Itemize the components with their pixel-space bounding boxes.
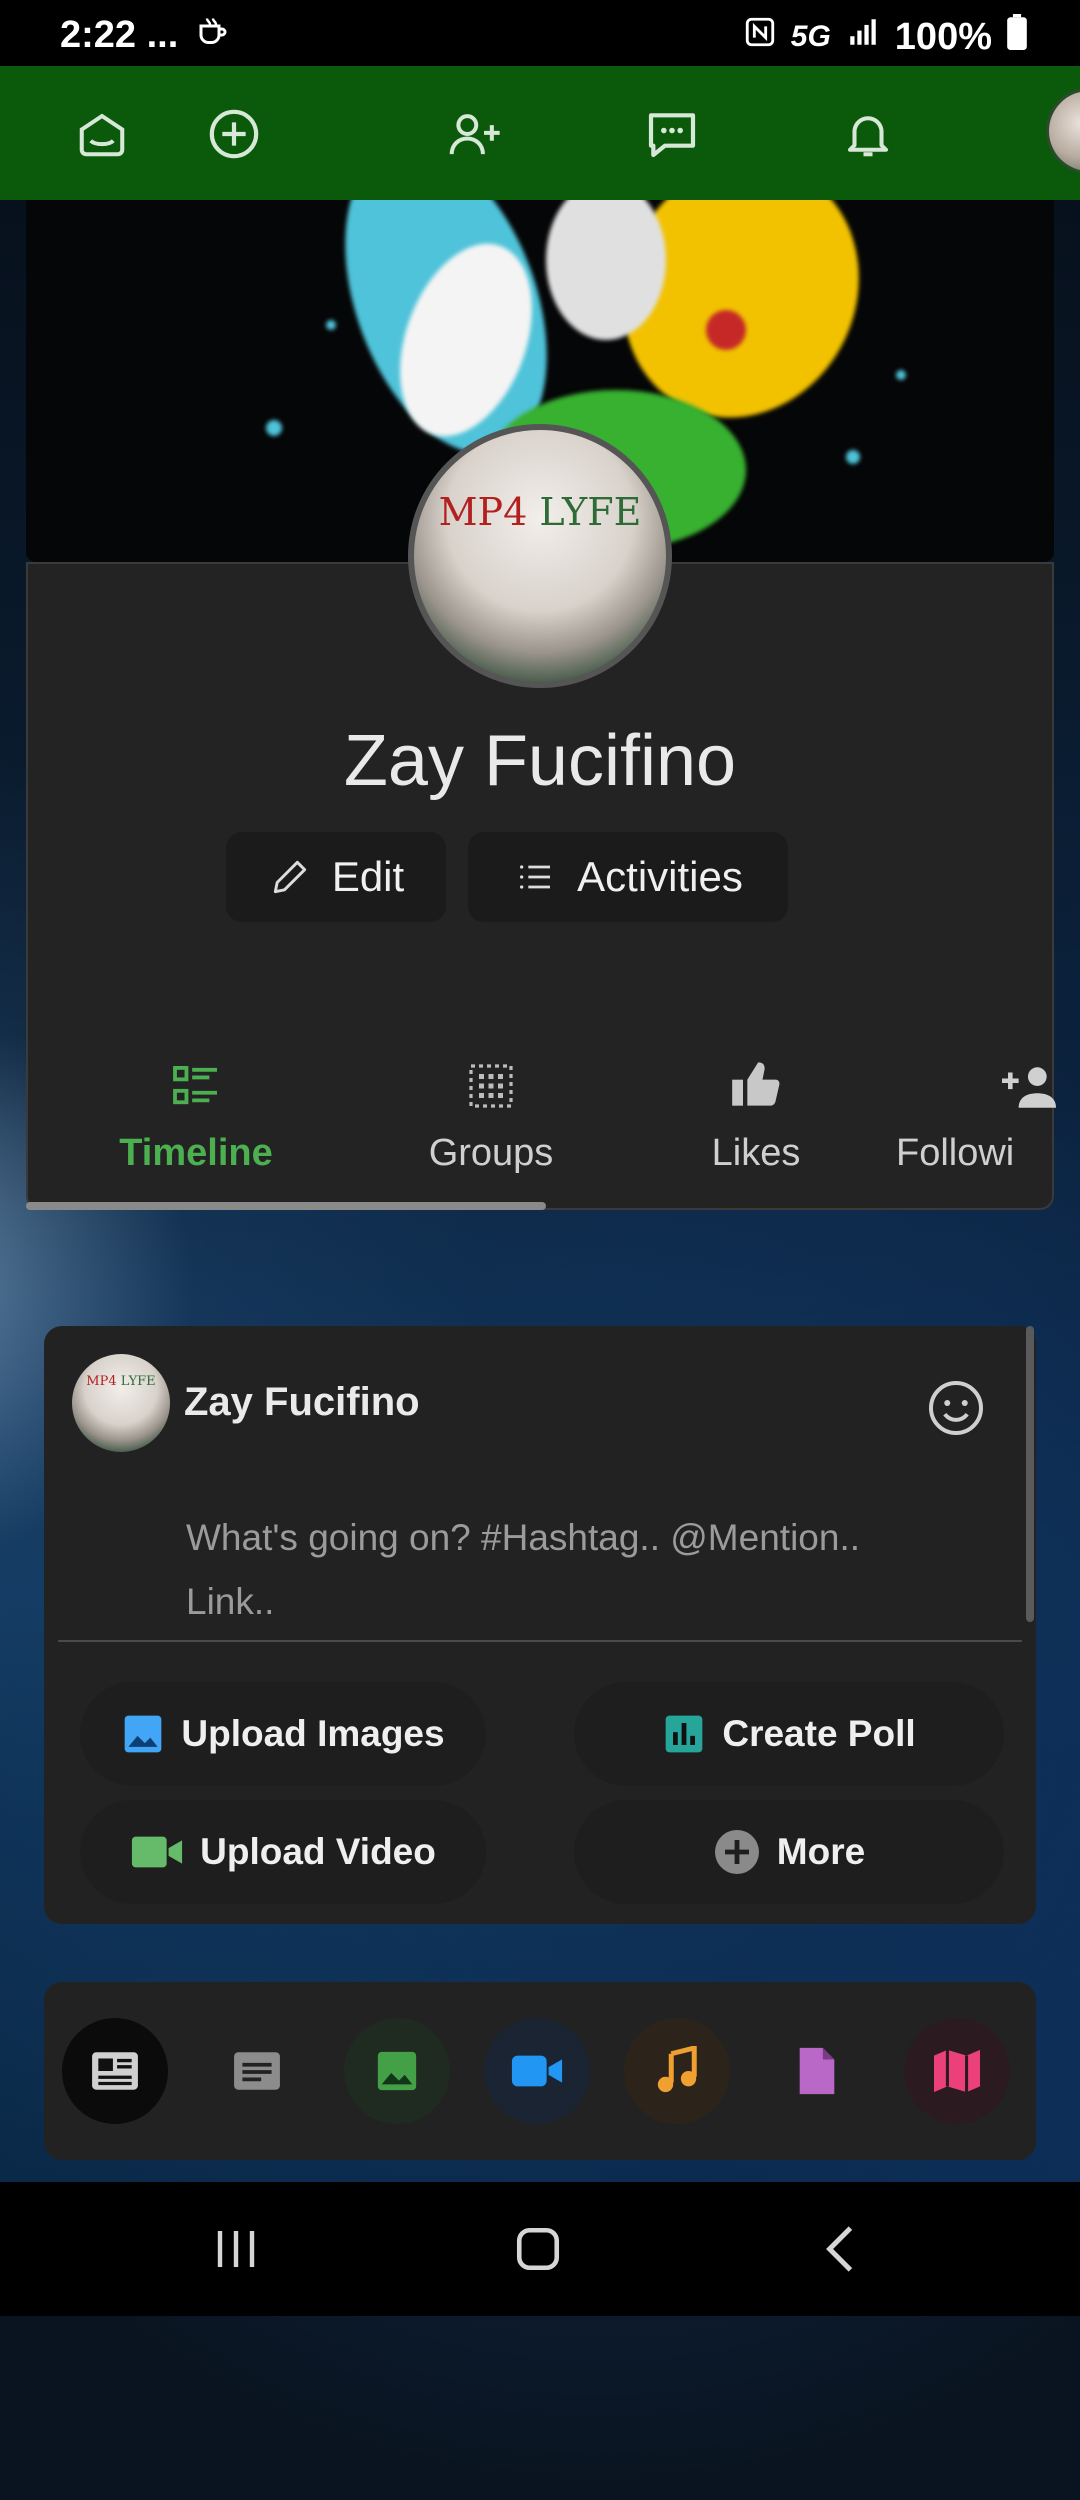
tab-timeline[interactable]: Timeline <box>56 1036 336 1206</box>
account-avatar[interactable] <box>1046 88 1080 174</box>
text-post-icon <box>234 2052 280 2090</box>
thumbs-up-icon <box>732 1062 780 1106</box>
network-type: 5G <box>790 20 831 53</box>
edit-label: Edit <box>331 853 405 900</box>
filter-music[interactable] <box>624 2018 730 2124</box>
filter-files[interactable] <box>764 2018 870 2124</box>
home-square-icon <box>516 2227 560 2271</box>
create-poll-label: Create Poll <box>722 1713 916 1754</box>
video-icon <box>511 2055 563 2087</box>
upload-images-label: Upload Images <box>181 1713 445 1754</box>
nfc-icon <box>743 15 777 59</box>
home-button[interactable] <box>66 98 138 170</box>
upload-images-button[interactable]: Upload Images <box>80 1682 486 1786</box>
pencil-icon <box>273 860 306 894</box>
chat-icon <box>648 113 696 158</box>
create-button[interactable] <box>198 98 270 170</box>
more-button[interactable]: More <box>574 1800 1004 1904</box>
more-label: More <box>776 1831 866 1872</box>
upload-video-button[interactable]: Upload Video <box>80 1800 486 1904</box>
recents-icon <box>217 2231 255 2267</box>
file-icon <box>799 2047 835 2095</box>
battery-percent: 100% <box>894 15 992 58</box>
composer-divider <box>58 1640 1022 1642</box>
media-filter-bar <box>44 1982 1036 2160</box>
tab-label: Groups <box>428 1132 554 1174</box>
create-poll-button[interactable]: Create Poll <box>574 1682 1004 1786</box>
post-text-input[interactable]: What's going on? #Hashtag.. @Mention.. L… <box>186 1506 946 1634</box>
plus-circle-icon <box>714 1830 759 1874</box>
smiley-icon <box>929 1381 983 1435</box>
notifications-button[interactable] <box>832 98 904 170</box>
signal-icon <box>845 15 881 59</box>
status-extra: ... <box>146 14 179 57</box>
activities-label: Activities <box>577 853 743 900</box>
back-button[interactable] <box>800 2216 880 2282</box>
tab-groups[interactable]: Groups <box>366 1036 616 1206</box>
recent-apps-button[interactable] <box>196 2216 276 2282</box>
post-composer: MP4 LYFE Zay Fucifino What's going on? #… <box>44 1326 1036 1924</box>
home-icon <box>79 113 125 157</box>
filter-photos[interactable] <box>344 2018 450 2124</box>
filter-all-posts[interactable] <box>62 2018 168 2124</box>
activities-button[interactable]: Activities <box>468 832 788 922</box>
list-icon <box>520 865 551 889</box>
top-nav-bar <box>0 66 1080 200</box>
filter-text[interactable] <box>204 2018 310 2124</box>
avatar-cap-text: MP4 LYFE <box>438 490 642 534</box>
tab-likes[interactable]: Likes <box>646 1036 866 1206</box>
video-camera-icon <box>132 1836 183 1868</box>
profile-avatar[interactable]: MP4 LYFE <box>408 424 672 688</box>
add-user-icon <box>449 114 500 155</box>
filter-videos[interactable] <box>484 2018 590 2124</box>
edit-button[interactable]: Edit <box>226 832 446 922</box>
poll-icon <box>666 1715 703 1753</box>
plus-circle-icon <box>209 109 259 159</box>
map-icon <box>934 2049 980 2093</box>
profile-tabs: Timeline Groups Likes Followi <box>26 1036 1056 1210</box>
news-icon <box>92 2052 138 2090</box>
composer-avatar: MP4 LYFE <box>72 1354 170 1452</box>
image-icon <box>125 1715 162 1753</box>
messages-button[interactable] <box>636 98 708 170</box>
battery-icon <box>1006 14 1028 60</box>
emoji-button[interactable] <box>926 1378 986 1438</box>
back-chevron-icon <box>826 2226 853 2272</box>
bell-icon <box>847 116 889 157</box>
filter-maps[interactable] <box>904 2018 1010 2124</box>
composer-scrollbar[interactable] <box>1026 1326 1034 1622</box>
tab-following[interactable]: Followi <box>896 1036 1076 1206</box>
groups-icon <box>469 1064 513 1108</box>
add-person-icon <box>1002 1067 1056 1108</box>
composer-avatar-cap-text: MP4 LYFE <box>86 1374 156 1389</box>
status-bar: 2:22 ... 5G 100% <box>0 0 1080 66</box>
timeline-icon <box>173 1066 217 1105</box>
composer-user-name: Zay Fucifino <box>184 1380 420 1424</box>
add-friend-button[interactable] <box>438 98 510 170</box>
photo-icon <box>377 2051 417 2091</box>
tab-label: Timeline <box>119 1132 273 1174</box>
upload-video-label: Upload Video <box>200 1831 436 1872</box>
system-nav-bar <box>0 2182 1080 2316</box>
home-nav-button[interactable] <box>498 2216 578 2282</box>
tab-label: Likes <box>711 1132 801 1174</box>
tab-label: Followi <box>896 1132 1015 1174</box>
music-note-icon <box>657 2046 697 2093</box>
coffee-icon <box>195 14 231 60</box>
tabs-scrollbar[interactable] <box>26 1202 546 1210</box>
status-time: 2:22 ... <box>60 14 231 60</box>
profile-name: Zay Fucifino <box>343 721 737 801</box>
